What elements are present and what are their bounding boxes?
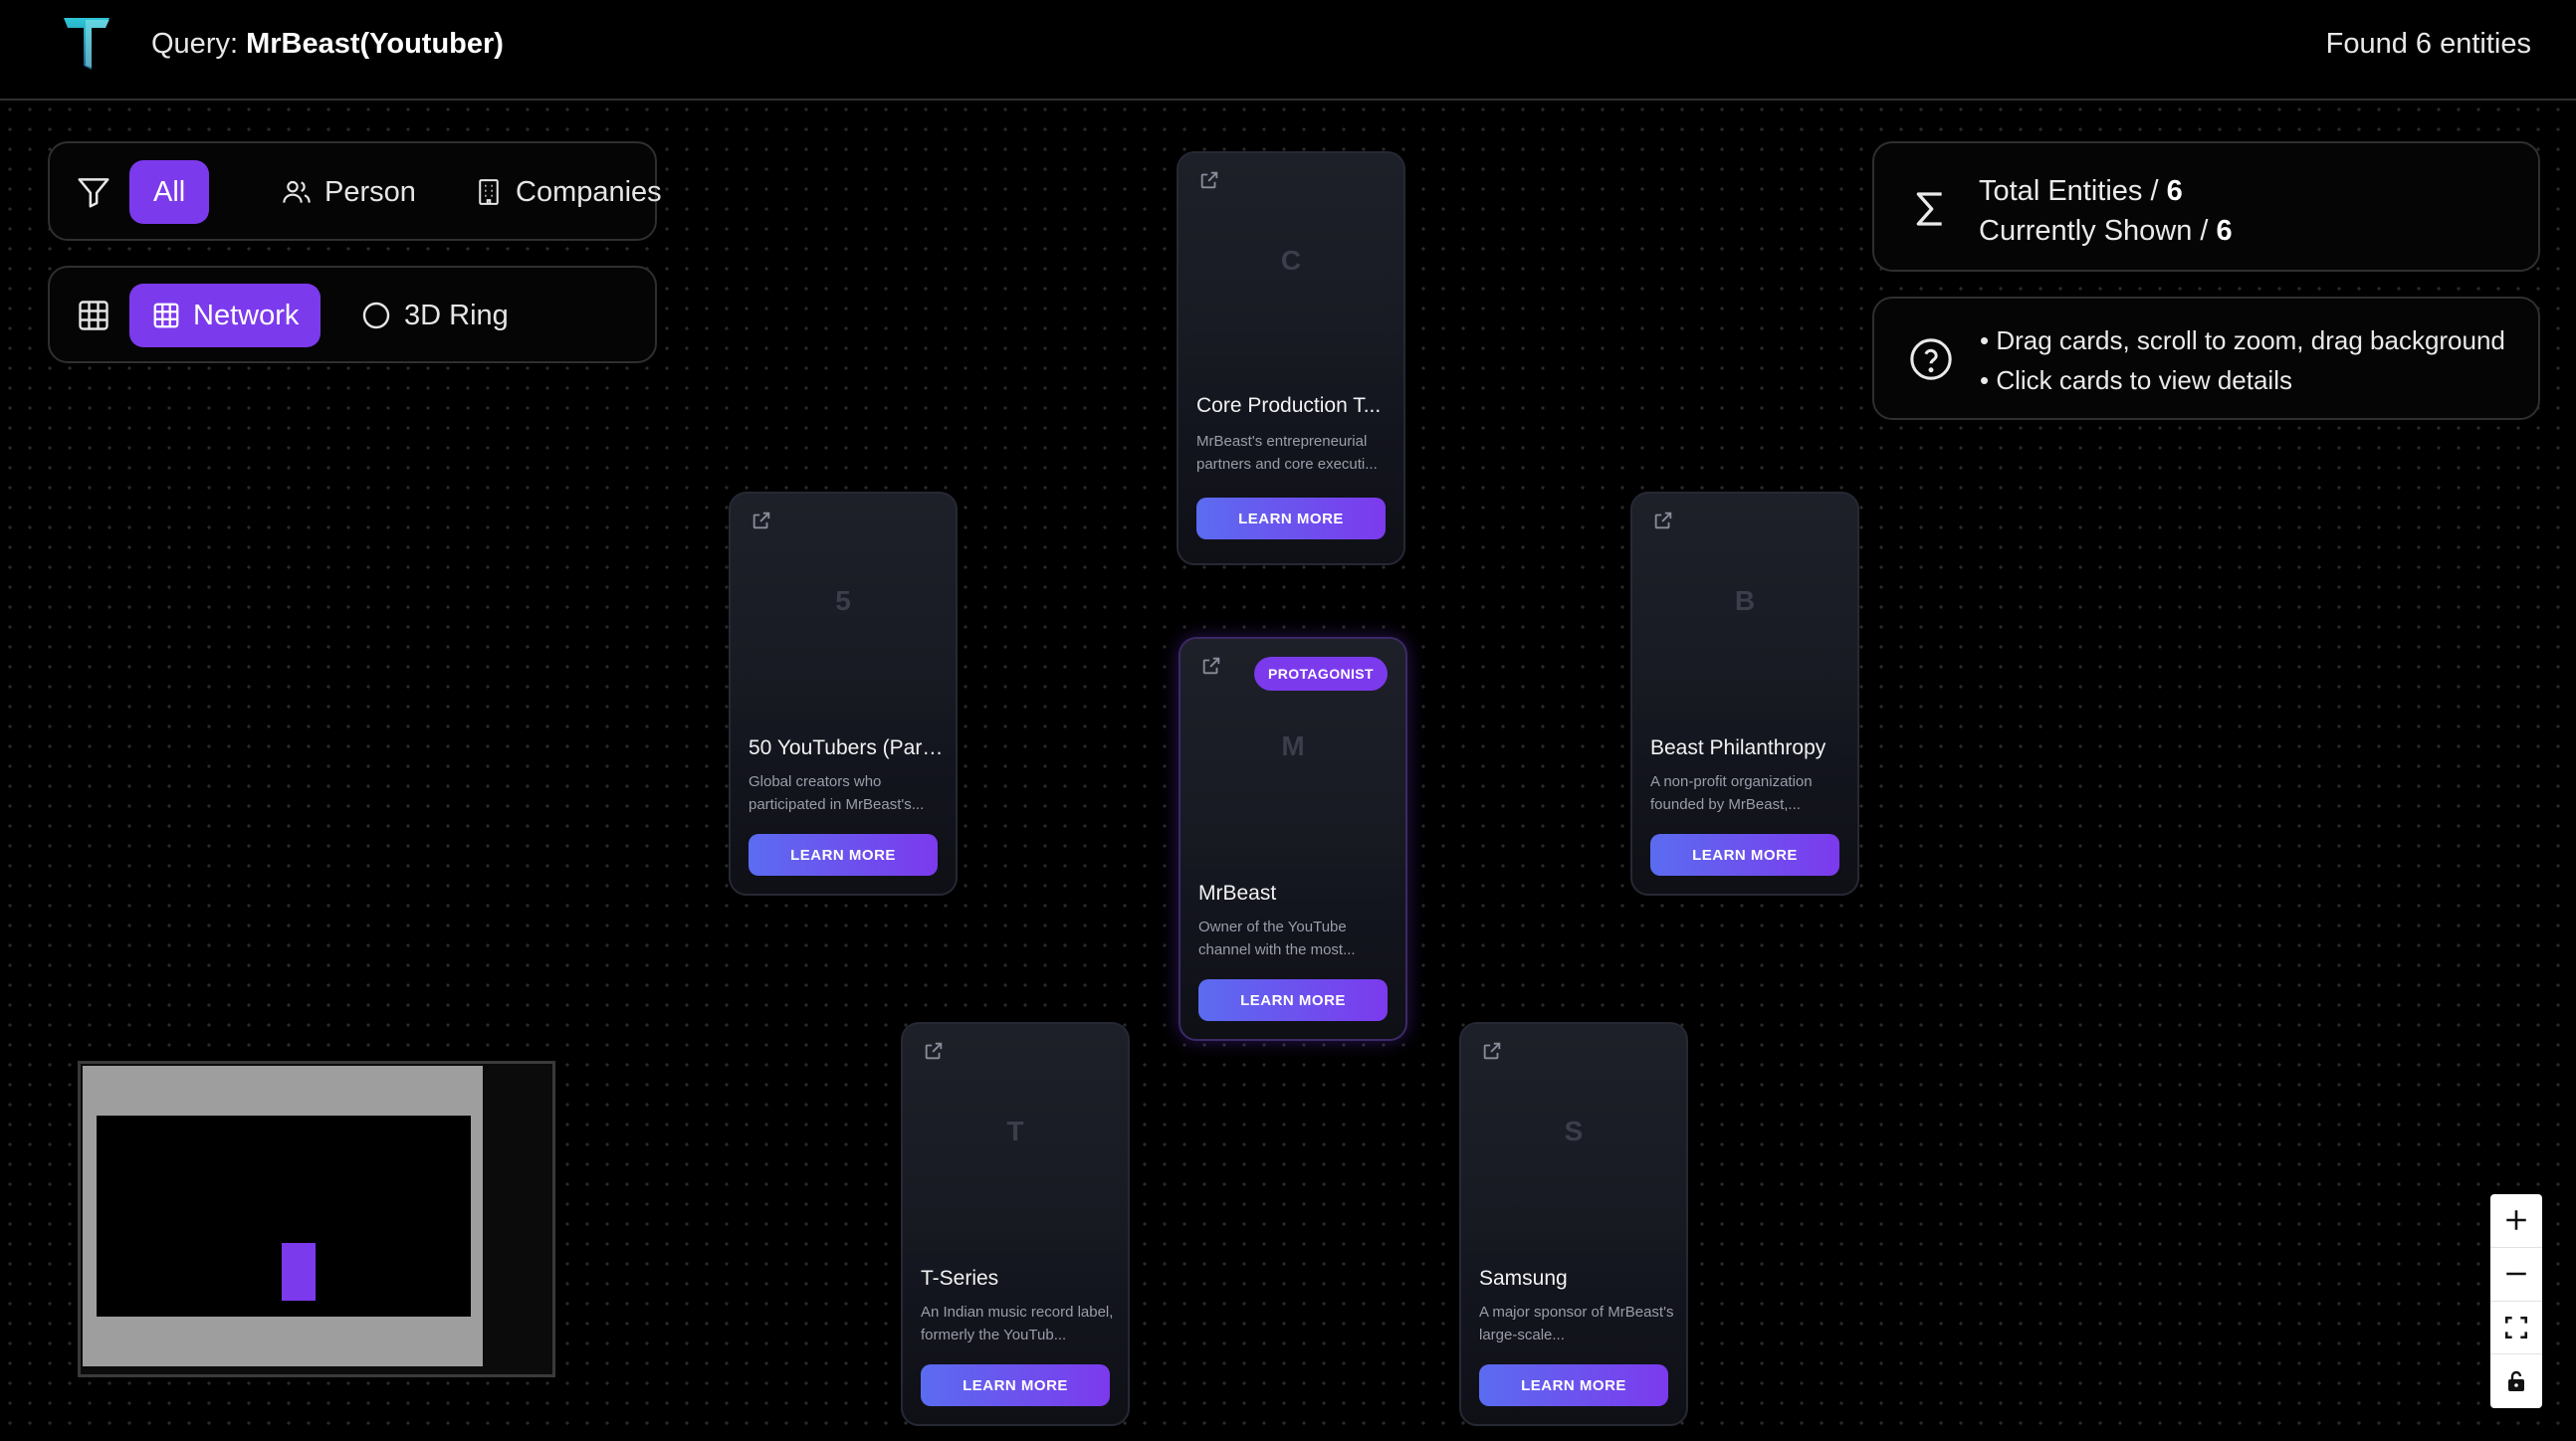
card-description: A major sponsor of MrBeast's large-scale… <box>1479 1304 1674 1343</box>
zoom-in-button[interactable] <box>2490 1194 2542 1248</box>
learn-more-button[interactable]: LEARN MORE <box>749 834 938 876</box>
entity-card-core-production[interactable]: C Core Production T... MrBeast's entrepr… <box>1177 151 1405 565</box>
card-title: Core Production T... <box>1196 394 1382 417</box>
currently-shown: Currently Shown / 6 <box>1979 215 2233 247</box>
view-3d-ring-button[interactable]: 3D Ring <box>338 284 531 347</box>
learn-more-button[interactable]: LEARN MORE <box>921 1364 1110 1406</box>
minimap-node <box>282 1243 316 1301</box>
lock-button[interactable] <box>2490 1354 2542 1408</box>
query-value: MrBeast(Youtuber) <box>246 28 504 60</box>
card-initial: B <box>1734 585 1756 616</box>
card-initial: C <box>1280 245 1302 276</box>
entity-card-t-series[interactable]: T T-Series An Indian music record label,… <box>901 1022 1130 1426</box>
zoom-out-button[interactable] <box>2490 1248 2542 1302</box>
external-link-icon[interactable] <box>751 510 772 531</box>
help-line-drag: • Drag cards, scroll to zoom, drag backg… <box>1980 325 2505 355</box>
card-title: MrBeast <box>1198 882 1277 905</box>
minimap-content <box>97 1116 471 1317</box>
fit-view-icon <box>2504 1316 2528 1338</box>
layout-grid-icon <box>62 284 125 347</box>
external-link-icon[interactable] <box>1200 655 1222 677</box>
graph-canvas[interactable]: Query: MrBeast(Youtuber) Found 6 entitie… <box>0 0 2576 1441</box>
filter-companies-label: Companies <box>516 175 662 208</box>
stats-panel: Total Entities / 6 Currently Shown / 6 <box>1872 141 2540 272</box>
filter-all-label: All <box>153 175 186 208</box>
card-description: An Indian music record label, formerly t… <box>921 1304 1114 1343</box>
query-label: Query: <box>151 28 239 60</box>
zoom-in-icon <box>2506 1210 2526 1231</box>
view-mode-panel: Network 3D Ring <box>48 266 657 363</box>
top-bar: Query: MrBeast(Youtuber) Found 6 entitie… <box>0 0 2576 101</box>
found-count: Found 6 entities <box>2325 28 2531 60</box>
filter-person-label: Person <box>324 175 416 208</box>
filter-panel: All Person Companies <box>48 141 662 241</box>
circle-icon <box>362 302 390 329</box>
filter-companies-button[interactable]: Companies <box>452 160 684 224</box>
learn-more-button[interactable]: LEARN MORE <box>1198 979 1388 1021</box>
card-description: Global creators who participated in MrBe… <box>749 773 925 813</box>
card-initial: S <box>1564 1116 1584 1146</box>
learn-more-button[interactable]: LEARN MORE <box>1479 1364 1668 1406</box>
card-title: 50 YouTubers (Part... <box>749 736 944 759</box>
external-link-icon[interactable] <box>923 1040 945 1062</box>
external-link-icon[interactable] <box>1481 1040 1503 1062</box>
card-initial: M <box>1281 730 1305 761</box>
filter-person-button[interactable]: Person <box>259 160 438 224</box>
filter-all-button[interactable]: All <box>129 160 210 224</box>
sigma-icon <box>1916 192 1942 226</box>
card-description: MrBeast's entrepreneurial partners and c… <box>1196 433 1378 473</box>
entity-card-beast-philanthropy[interactable]: B Beast Philanthropy A non-profit organi… <box>1630 492 1859 896</box>
view-network-label: Network <box>193 299 300 331</box>
building-icon <box>479 179 499 205</box>
card-title: T-Series <box>921 1267 999 1290</box>
view-3d-ring-label: 3D Ring <box>404 299 509 331</box>
minimap[interactable] <box>78 1061 555 1377</box>
external-link-icon[interactable] <box>1652 510 1674 531</box>
query-display: Query: MrBeast(Youtuber) <box>151 26 504 62</box>
learn-more-button[interactable]: LEARN MORE <box>1650 834 1839 876</box>
entity-card-mrbeast[interactable]: PROTAGONIST M MrBeast Owner of the YouTu… <box>1179 637 1407 1041</box>
protagonist-badge: PROTAGONIST <box>1253 657 1388 691</box>
view-network-button[interactable]: Network <box>129 284 322 347</box>
minimap-viewport[interactable] <box>83 1066 483 1366</box>
zoom-controls <box>2490 1194 2542 1408</box>
card-description: A non-profit organization founded by MrB… <box>1650 773 1813 813</box>
users-icon <box>283 180 311 203</box>
lock-icon <box>2508 1370 2524 1392</box>
card-initial: T <box>1006 1116 1024 1146</box>
card-description: Owner of the YouTube channel with the mo… <box>1198 919 1356 958</box>
grid-icon <box>153 303 179 328</box>
filter-icon <box>62 160 125 224</box>
zoom-out-icon <box>2506 1272 2526 1276</box>
help-circle-icon <box>1910 338 1952 380</box>
entity-card-samsung[interactable]: S Samsung A major sponsor of MrBeast's l… <box>1459 1022 1688 1426</box>
fit-view-button[interactable] <box>2490 1302 2542 1355</box>
card-title: Samsung <box>1479 1267 1568 1290</box>
learn-more-button[interactable]: LEARN MORE <box>1196 498 1386 539</box>
card-title: Beast Philanthropy <box>1650 736 1826 759</box>
entity-card-50-youtubers[interactable]: 5 50 YouTubers (Part... Global creators … <box>729 492 958 896</box>
help-line-click: • Click cards to view details <box>1980 365 2292 395</box>
app-logo <box>64 18 109 70</box>
help-panel: • Drag cards, scroll to zoom, drag backg… <box>1872 297 2540 420</box>
total-entities: Total Entities / 6 <box>1979 175 2183 207</box>
external-link-icon[interactable] <box>1198 169 1220 191</box>
card-initial: 5 <box>835 585 851 616</box>
